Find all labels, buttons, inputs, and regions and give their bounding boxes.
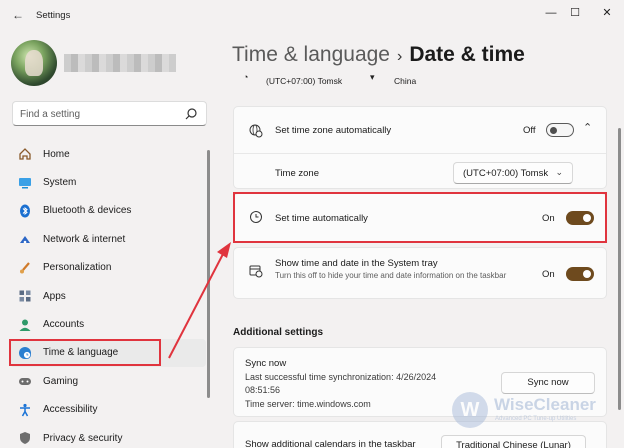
timezone-label: Time zone [275,168,319,179]
sidebar-item-label: Personalization [43,262,112,274]
globe-clock-icon [249,124,263,138]
main-scrollbar[interactable] [618,128,621,410]
app-title: Settings [36,10,71,21]
sync-title: Sync now [245,358,287,369]
home-icon [17,146,33,162]
monitor-icon [17,175,33,191]
additional-settings-heading: Additional settings [233,327,323,338]
wisecleaner-name: WiseCleaner [494,395,596,414]
page-title: Date & time [409,43,525,66]
calendars-label: Show additional calendars in the taskbar [245,439,416,448]
breadcrumb-parent[interactable]: Time & language [232,43,390,66]
region-icon: ▾ [370,72,375,82]
person-icon [17,317,33,333]
sidebar-item-label: System [43,177,77,189]
sidebar-item-system[interactable]: System [10,168,206,196]
chevron-up-icon[interactable]: ⌃ [583,121,592,134]
globe-icon: ◔ [243,72,249,82]
sidebar-item-label: Bluetooth & devices [43,205,132,217]
sidebar-item-label: Privacy & security [43,432,123,444]
last-sync-time: 08:51:56 [245,385,281,395]
sidebar-item-label: Home [43,148,70,160]
accessibility-icon [17,402,33,418]
search-input[interactable] [20,106,180,122]
minimize-button[interactable]: — [540,4,562,22]
calendars-dropdown[interactable]: Traditional Chinese (Lunar) [441,435,586,448]
breadcrumb-separator: › [396,48,403,65]
title-bar: ← Settings — ☐ ✕ [0,0,624,30]
tray-label: Show time and date in the System tray [275,258,438,269]
sidebar-item-bluetooth[interactable]: Bluetooth & devices [10,197,206,225]
highlight-box-nav [9,339,161,366]
sidebar-item-label: Accounts [43,319,85,331]
last-sync-label: Last successful time synchronization: 4/… [245,372,437,382]
wifi-icon [17,231,33,247]
bluetooth-icon [17,203,33,219]
timezone-auto-label: Set time zone automatically [275,125,392,136]
sidebar-item-accessibility[interactable]: Accessibility [10,396,206,424]
gamepad-icon [17,373,33,389]
user-name-blurred [64,54,176,72]
timezone-card: Set time zone automatically Off ⌃ Time z… [233,106,607,189]
calendar-clock-icon [249,265,263,278]
wisecleaner-logo-icon: W [452,392,488,428]
close-button[interactable]: ✕ [596,4,618,22]
current-zone: (UTC+07:00) Tomsk [266,76,343,86]
tray-toggle[interactable] [566,267,594,281]
tray-state: On [542,269,555,280]
sidebar-item-label: Accessibility [43,404,98,416]
tray-card: Show time and date in the System tray Tu… [233,247,607,299]
apps-icon [17,288,33,304]
timezone-dropdown[interactable]: (UTC+07:00) Tomsk ⌄ [453,162,573,184]
timezone-auto-state: Off [523,125,536,136]
current-country: China [394,76,417,86]
shield-icon [17,430,33,446]
chevron-down-icon: ⌄ [555,167,563,177]
wisecleaner-tagline: Advanced PC Tune-up Utilities [495,416,577,422]
search-icon[interactable] [184,107,198,121]
settings-window: ← Settings — ☐ ✕ Home System [0,0,624,448]
sidebar-item-privacy[interactable]: Privacy & security [10,424,206,448]
divider [234,153,606,154]
search-box[interactable] [12,101,207,126]
brush-icon [17,260,33,276]
tray-description: Turn this off to hide your time and date… [275,271,507,280]
time-server: Time server: time.windows.com [245,399,371,409]
timezone-auto-toggle[interactable] [546,123,574,137]
annotation-arrow [168,242,231,359]
sidebar-item-label: Gaming [43,375,79,387]
sidebar-item-gaming[interactable]: Gaming [10,367,206,395]
back-arrow-icon[interactable]: ← [10,7,26,23]
sidebar-item-label: Network & internet [43,233,126,245]
sidebar-item-home[interactable]: Home [10,140,206,168]
wisecleaner-watermark: W WiseCleaner Advanced PC Tune-up Utilit… [452,388,622,432]
sidebar-item-label: Apps [43,290,66,302]
timezone-value: (UTC+07:00) Tomsk [463,168,549,179]
maximize-button[interactable]: ☐ [564,4,586,22]
breadcrumb: Time & language › Date & time [232,43,525,67]
avatar[interactable] [11,40,57,86]
highlight-box-time-auto [233,192,607,243]
